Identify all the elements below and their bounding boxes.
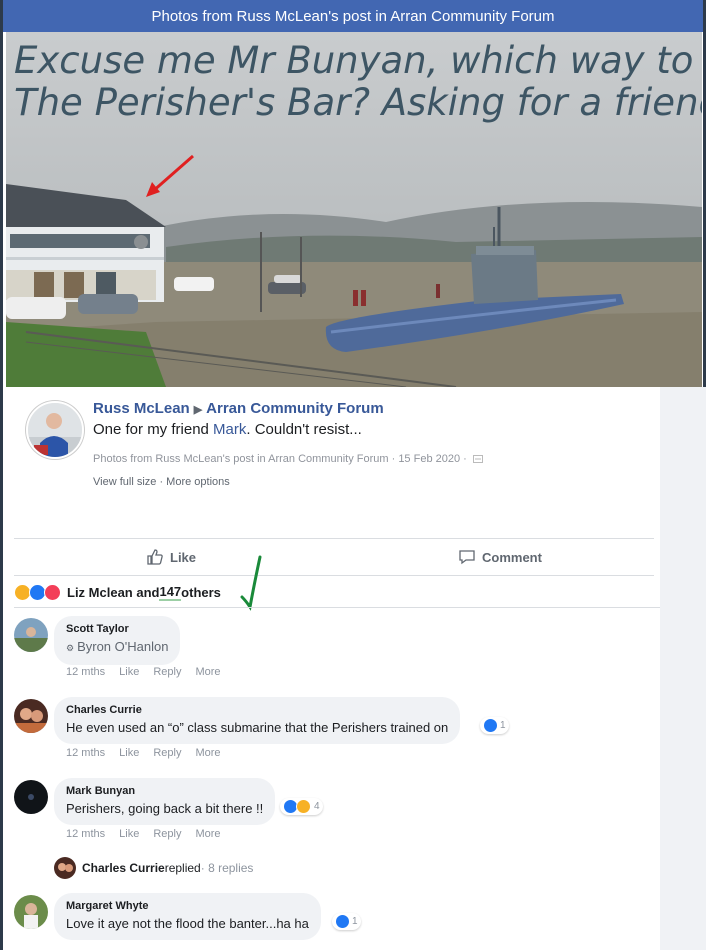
love-reaction-icon [44, 583, 61, 601]
comment-reply-link[interactable]: Reply [153, 747, 181, 759]
view-replies-link[interactable]: Charles Currie replied · 8 replies [54, 857, 253, 879]
post-meta: Photos from Russ McLean's post in Arran … [93, 453, 483, 465]
view-full-size-link[interactable]: View full size [93, 476, 156, 488]
haha-reaction-icon [296, 799, 311, 814]
post-text: One for my friend Mark. Couldn't resist.… [93, 421, 362, 438]
reactions-suffix: others [181, 584, 221, 600]
author-name-link[interactable]: Russ McLean [93, 400, 190, 417]
reactions-summary[interactable]: Liz Mclean and 147 others [14, 583, 221, 601]
commenter-name[interactable]: Scott Taylor [66, 622, 168, 637]
post-text-before: One for my friend [93, 421, 214, 438]
comment-label: Comment [482, 549, 542, 565]
comment-actions: 12 mths Like Reply More [66, 747, 235, 759]
author-avatar[interactable] [26, 401, 84, 459]
comment-bubble: Charles Currie He even used an “o” class… [54, 697, 461, 744]
comment-reply-link[interactable]: Reply [153, 828, 181, 840]
post-photo[interactable]: Excuse me Mr Bunyan, which way to The Pe… [6, 32, 702, 387]
green-checkmark-annotation [240, 555, 262, 611]
tag-icon: ⚙ [66, 643, 75, 653]
commenter-avatar[interactable] [14, 618, 48, 652]
commenter-avatar[interactable] [14, 780, 48, 814]
group-name-link[interactable]: Arran Community Forum [206, 400, 384, 417]
photo-caption-line-2: The Perisher's Bar? Asking for a friend [14, 81, 702, 124]
comment-time: 12 mths [66, 828, 106, 840]
comment-reply-link[interactable]: Reply [153, 666, 181, 678]
comment-reactions[interactable]: 1 [332, 913, 361, 930]
comment-time: 12 mths [66, 747, 106, 759]
share-arrow-icon: ▶ [193, 404, 203, 416]
comment-text: ⚙ Byron O'Hanlon [66, 637, 168, 658]
photo-caption: Excuse me Mr Bunyan, which way to The Pe… [14, 40, 702, 124]
comment-icon [459, 550, 475, 565]
post-header: Russ McLean ▶ Arran Community Forum [93, 400, 384, 417]
commenter-name[interactable]: Margaret Whyte [66, 899, 309, 914]
comment-more-link[interactable]: More [195, 747, 220, 759]
commenter-avatar[interactable] [14, 699, 48, 733]
commenter-name[interactable]: Mark Bunyan [66, 784, 263, 799]
options-separator: · [156, 476, 167, 488]
divider-mid [14, 575, 654, 576]
replier-name: Charles Currie [82, 861, 165, 875]
comment-reaction-count: 4 [314, 801, 320, 812]
reactions-names: Liz Mclean and [67, 584, 160, 600]
reactions-count: 147 [159, 583, 182, 601]
comment-time: 12 mths [66, 666, 106, 678]
commenter-avatar[interactable] [14, 895, 48, 929]
comment-reactions[interactable]: 1 [480, 717, 509, 734]
replier-avatar [54, 857, 76, 879]
commenter-name[interactable]: Charles Currie [66, 703, 448, 718]
divider-top [14, 538, 654, 539]
comment-more-link[interactable]: More [195, 828, 220, 840]
more-options-link[interactable]: More options [166, 476, 230, 488]
post-text-after: . Couldn't resist... [246, 421, 362, 438]
comment-like-link[interactable]: Like [119, 666, 139, 678]
post-options: View full size · More options [93, 476, 230, 488]
mention-link[interactable]: Mark [213, 421, 246, 438]
replied-verb: replied [164, 861, 201, 875]
comment-reactions[interactable]: 4 [280, 798, 323, 815]
comment-reaction-count: 1 [500, 720, 506, 731]
post-meta-text: Photos from Russ McLean's post in Arran … [93, 453, 467, 465]
like-reaction-icon [483, 718, 498, 733]
right-panel-strip [660, 387, 706, 950]
reply-count: · 8 replies [200, 861, 254, 875]
photo-viewer-title: Photos from Russ McLean's post in Arran … [3, 0, 703, 32]
comment-bubble: Mark Bunyan Perishers, going back a bit … [54, 778, 276, 825]
thumbs-up-icon [147, 549, 163, 565]
comment-more-link[interactable]: More [195, 666, 220, 678]
comment-bubble: Scott Taylor ⚙ Byron O'Hanlon [54, 616, 181, 665]
frame-left [0, 0, 3, 950]
comment-button[interactable]: Comment [458, 538, 542, 576]
divider-comments [14, 607, 660, 608]
comment-like-link[interactable]: Like [119, 828, 139, 840]
comment-bubble: Margaret Whyte Love it aye not the flood… [54, 893, 321, 940]
like-button[interactable]: Like [146, 538, 196, 576]
audience-icon [472, 455, 483, 464]
comment-text: Love it aye not the flood the banter...h… [66, 916, 309, 931]
photo-caption-line-1: Excuse me Mr Bunyan, which way to [14, 39, 694, 82]
like-reaction-icon [335, 914, 350, 929]
comment-like-link[interactable]: Like [119, 747, 139, 759]
comment-text: He even used an “o” class submarine that… [66, 720, 449, 735]
comment-actions: 12 mths Like Reply More [66, 828, 235, 840]
like-label: Like [170, 549, 197, 565]
comment-reaction-count: 1 [352, 916, 358, 927]
comment-actions: 12 mths Like Reply More [66, 666, 235, 678]
comment-text: Perishers, going back a bit there !! [66, 801, 264, 816]
tagged-person-link[interactable]: Byron O'Hanlon [77, 639, 168, 654]
